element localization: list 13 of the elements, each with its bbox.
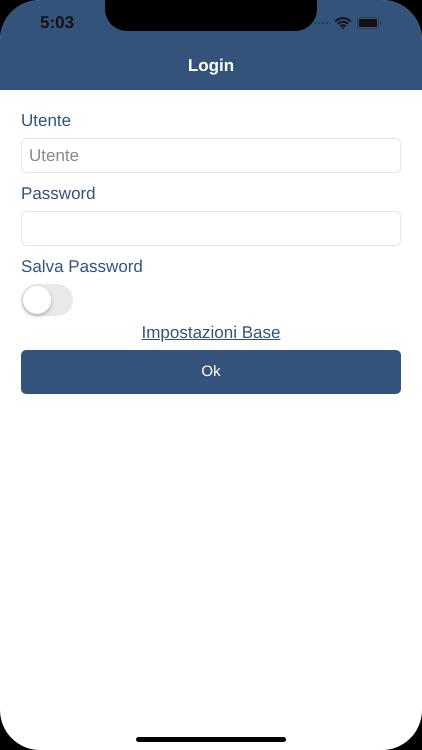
field-label: Salva Password (21, 256, 143, 278)
cellular-signal-icon (313, 21, 329, 25)
field-label: Password (21, 183, 96, 205)
base-settings-link[interactable]: Impostazioni Base (142, 322, 280, 344)
field-label: Utente (21, 110, 72, 132)
password-field[interactable] (21, 211, 401, 246)
screen-title: Login (188, 55, 234, 78)
ok-button[interactable]: Ok (21, 350, 401, 394)
battery-icon (357, 17, 382, 29)
wifi-icon (335, 17, 351, 29)
username-field[interactable]: Utente (21, 138, 401, 173)
status-time: 5:03 (40, 12, 74, 34)
save-password-toggle[interactable] (21, 284, 73, 316)
